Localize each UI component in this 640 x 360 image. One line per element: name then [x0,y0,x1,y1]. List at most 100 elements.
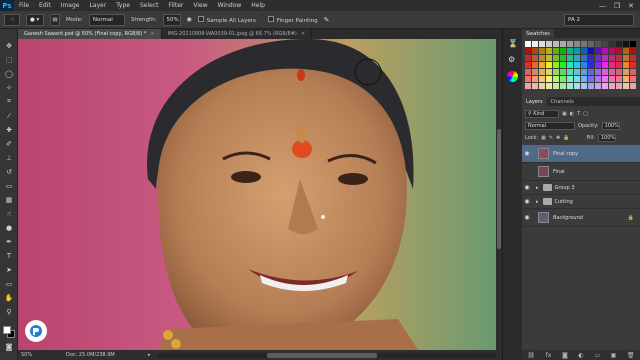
color-swatch[interactable] [609,76,615,82]
color-swatch[interactable] [616,55,622,61]
color-swatch[interactable] [623,62,629,68]
dodge-tool-icon[interactable]: ● [4,223,14,232]
color-swatch[interactable] [623,76,629,82]
vertical-scroll-thumb[interactable] [497,129,501,249]
color-swatch[interactable] [602,41,608,47]
color-swatch[interactable] [630,69,636,75]
color-swatch[interactable] [581,62,587,68]
layer-final-copy[interactable]: ◉ Final copy [522,145,640,163]
color-wheel-icon[interactable] [507,71,518,82]
color-swatch[interactable] [560,62,566,68]
color-swatch[interactable] [609,48,615,54]
color-swatch[interactable] [588,69,594,75]
color-swatch[interactable] [546,83,552,89]
pressure-icon[interactable]: ◉ [187,16,192,23]
menu-layer[interactable]: Layer [84,2,111,9]
color-swatch[interactable] [553,69,559,75]
filter-adjust-icon[interactable]: ◐ [570,111,574,117]
document-canvas[interactable] [18,39,496,350]
color-swatch[interactable] [623,41,629,47]
color-swatch[interactable] [602,55,608,61]
tab-ganesh-sawant[interactable]: Ganesh Sawant.psd @ 50% (Final copy, RGB… [18,29,162,39]
color-swatch[interactable] [595,41,601,47]
expand-arrow-icon[interactable]: ▸ [536,199,539,205]
tab-swatches[interactable]: Swatches [522,29,554,38]
color-swatch[interactable] [525,41,531,47]
color-swatch[interactable] [567,62,573,68]
finger-painting-checkbox[interactable]: Finger Painting [267,15,318,24]
horizontal-scrollbar[interactable] [156,352,496,358]
new-group-icon[interactable]: ▭ [594,352,600,359]
color-swatch[interactable] [560,41,566,47]
color-swatch[interactable] [609,62,615,68]
color-swatch[interactable] [525,48,531,54]
color-swatch[interactable] [546,48,552,54]
color-swatch[interactable] [525,83,531,89]
color-swatch[interactable] [553,41,559,47]
properties-icon[interactable]: ⚙ [508,55,515,64]
link-layers-icon[interactable]: ⛓ [527,352,535,359]
color-swatch[interactable] [581,48,587,54]
tab-img-jpeg[interactable]: IMG-20210908-WA0039-01.jpeg @ 66.7% (RGB… [162,29,313,39]
hand-tool-icon[interactable]: ✋ [4,293,14,302]
color-swatch[interactable] [532,69,538,75]
opacity-input[interactable]: 100% [601,121,620,130]
color-swatch[interactable] [532,62,538,68]
filter-pixel-icon[interactable]: ▣ [562,111,567,117]
color-swatch[interactable] [595,48,601,54]
color-swatch[interactable] [588,83,594,89]
color-swatch[interactable] [630,41,636,47]
menu-edit[interactable]: Edit [34,2,56,9]
color-swatch[interactable] [567,76,573,82]
pen-tool-icon[interactable]: ✒ [4,237,14,246]
tab-layers[interactable]: Layers [522,97,547,106]
color-swatch[interactable] [553,83,559,89]
adjustment-layer-icon[interactable]: ◐ [578,352,583,359]
color-swatch[interactable] [595,62,601,68]
color-swatch[interactable] [567,55,573,61]
lock-paint-icon[interactable]: ✎ [549,135,553,141]
brush-panel-toggle[interactable]: ▤ [50,13,60,26]
layer-final[interactable]: Final [522,163,640,181]
color-swatch[interactable] [581,69,587,75]
blend-mode-select[interactable]: Normal [525,121,575,130]
color-swatch[interactable] [595,55,601,61]
color-swatch[interactable] [595,83,601,89]
type-tool-icon[interactable]: T [4,251,14,260]
eraser-tool-icon[interactable]: ▭ [4,181,14,190]
color-swatch[interactable] [553,55,559,61]
color-swatch[interactable] [609,41,615,47]
quick-select-tool-icon[interactable]: ✧ [4,83,14,92]
color-swatch[interactable] [574,55,580,61]
healing-tool-icon[interactable]: ✚ [4,125,14,134]
color-swatch[interactable] [525,62,531,68]
color-swatch[interactable] [574,62,580,68]
color-swatch[interactable] [574,41,580,47]
filter-type-icon[interactable]: T [577,111,580,117]
color-swatch[interactable] [539,62,545,68]
brush-size-picker[interactable]: ● ▾ [26,13,44,26]
color-swatch[interactable] [602,62,608,68]
color-swatch[interactable] [532,55,538,61]
color-swatch[interactable] [581,55,587,61]
color-swatch[interactable] [581,41,587,47]
color-swatch[interactable] [623,83,629,89]
color-swatch[interactable] [616,41,622,47]
move-tool-icon[interactable]: ✥ [4,41,14,50]
color-swatch[interactable] [546,76,552,82]
sample-all-layers-checkbox[interactable]: Sample All Layers [197,15,256,24]
color-swatch[interactable] [574,76,580,82]
visibility-eye-icon[interactable]: ◉ [522,150,532,157]
color-swatch[interactable] [560,55,566,61]
color-swatch[interactable] [574,69,580,75]
lock-all-icon[interactable]: 🔒 [563,135,569,141]
color-swatch[interactable] [567,69,573,75]
fill-input[interactable]: 100% [597,133,616,142]
color-swatch[interactable] [525,76,531,82]
menu-file[interactable]: File [14,2,34,9]
color-swatch[interactable] [560,69,566,75]
color-swatch[interactable] [588,48,594,54]
color-swatch[interactable] [623,55,629,61]
color-swatch[interactable] [553,62,559,68]
color-swatch[interactable] [616,62,622,68]
